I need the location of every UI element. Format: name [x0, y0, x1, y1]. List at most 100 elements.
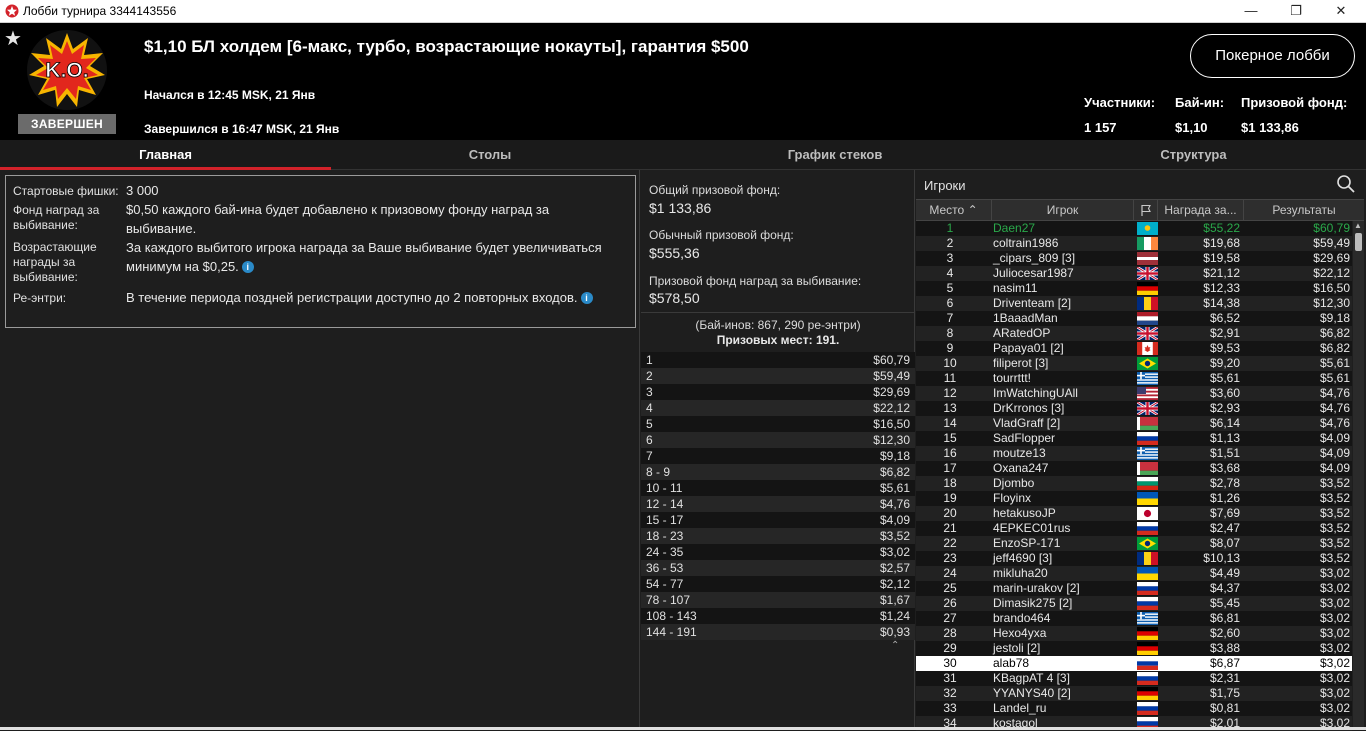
player-place: 11 — [943, 371, 957, 385]
country-flag-icon — [1137, 642, 1158, 655]
col-place-label: Место — [929, 203, 965, 217]
country-flag-icon — [1137, 327, 1158, 340]
player-row[interactable]: 19 Floyinx $1,26 $3,52 — [916, 491, 1352, 506]
player-row[interactable]: 6 Driventeam [2] $14,38 $12,30 — [916, 296, 1352, 311]
payout-amount: $3,02 — [879, 545, 910, 559]
player-place: 26 — [943, 596, 957, 610]
info-icon[interactable]: i — [241, 261, 254, 273]
player-row[interactable]: 28 Hexo4yxa $2,60 $3,02 — [916, 626, 1352, 641]
col-country[interactable] — [1134, 200, 1158, 220]
country-flag-icon — [1137, 312, 1158, 325]
player-row[interactable]: 30 alab78 $6,87 $3,02 — [916, 656, 1352, 671]
player-row[interactable]: 10 filiperot [3] $9,20 $5,61 — [916, 356, 1352, 371]
close-button[interactable]: ✕ — [1318, 0, 1364, 23]
player-row[interactable]: 21 4EPKEC01rus $2,47 $3,52 — [916, 521, 1352, 536]
country-flag-icon — [1137, 387, 1158, 400]
player-row[interactable]: 1 Daen27 $55,22 $60,79 — [916, 221, 1352, 236]
search-icon[interactable] — [1336, 174, 1356, 194]
country-flag-icon — [1137, 702, 1158, 715]
player-bounty: $1,51 — [1209, 446, 1240, 460]
window-title: Лобби турнира 3344143556 — [23, 4, 177, 18]
player-row[interactable]: 18 Djombo $2,78 $3,52 — [916, 476, 1352, 491]
player-place: 4 — [946, 266, 954, 280]
player-bounty: $3,68 — [1209, 461, 1240, 475]
player-row[interactable]: 5 nasim11 $12,33 $16,50 — [916, 281, 1352, 296]
payout-place: 36 - 53 — [646, 561, 684, 575]
col-bounty[interactable]: Награда за... — [1158, 200, 1244, 220]
players-scrollbar[interactable]: ▲ — [1353, 221, 1364, 730]
chevron-up-icon[interactable]: ⌃ — [891, 640, 899, 651]
player-row[interactable]: 32 YYANYS40 [2] $1,75 $3,02 — [916, 686, 1352, 701]
player-row[interactable]: 7 1BaaadMan $6,52 $9,18 — [916, 311, 1352, 326]
player-bounty: $8,07 — [1209, 536, 1240, 550]
player-row[interactable]: 17 Oxana247 $3,68 $4,09 — [916, 461, 1352, 476]
player-result: $4,09 — [1319, 431, 1350, 445]
player-row[interactable]: 13 DrKrronos [3] $2,93 $4,76 — [916, 401, 1352, 416]
player-name: Djombo — [993, 476, 1035, 490]
player-row[interactable]: 15 SadFlopper $1,13 $4,09 — [916, 431, 1352, 446]
country-flag-icon — [1137, 657, 1158, 670]
payout-place: 144 - 191 — [646, 625, 697, 639]
info-icon[interactable]: i — [580, 292, 593, 304]
player-row[interactable]: 3 _cipars_809 [3] $19,58 $29,69 — [916, 251, 1352, 266]
player-row[interactable]: 26 Dimasik275 [2] $5,45 $3,02 — [916, 596, 1352, 611]
starting-chips-label: Стартовые фишки: — [13, 184, 119, 198]
player-result: $4,76 — [1319, 416, 1350, 430]
player-row[interactable]: 23 jeff4690 [3] $10,13 $3,52 — [916, 551, 1352, 566]
player-result: $3,02 — [1319, 656, 1350, 670]
favorite-star-icon[interactable]: ★ — [4, 26, 22, 51]
player-result: $12,30 — [1313, 296, 1350, 310]
player-row[interactable]: 4 Juliocesar1987 $21,12 $22,12 — [916, 266, 1352, 281]
player-row[interactable]: 16 moutze13 $1,51 $4,09 — [916, 446, 1352, 461]
player-place: 33 — [943, 701, 957, 715]
player-row[interactable]: 22 EnzoSP-171 $8,07 $3,52 — [916, 536, 1352, 551]
player-row[interactable]: 11 tourrttt! $5,61 $5,61 — [916, 371, 1352, 386]
player-bounty: $6,81 — [1209, 611, 1240, 625]
player-result: $22,12 — [1313, 266, 1350, 280]
country-flag-icon — [1137, 567, 1158, 580]
scroll-thumb[interactable] — [1355, 233, 1362, 251]
player-row[interactable]: 24 mikluha20 $4,49 $3,02 — [916, 566, 1352, 581]
payout-amount: $16,50 — [873, 417, 910, 431]
player-row[interactable]: 20 hetakusoJP $7,69 $3,52 — [916, 506, 1352, 521]
player-bounty: $19,58 — [1203, 251, 1240, 265]
player-row[interactable]: 29 jestoli [2] $3,88 $3,02 — [916, 641, 1352, 656]
payout-place: 5 — [646, 417, 653, 431]
player-bounty: $6,87 — [1209, 656, 1240, 670]
player-name: Juliocesar1987 — [993, 266, 1074, 280]
player-bounty: $6,14 — [1209, 416, 1240, 430]
tab-stack-chart[interactable]: График стеков — [649, 140, 1021, 170]
country-flag-icon — [1137, 612, 1158, 625]
player-row[interactable]: 25 marin-urakov [2] $4,37 $3,02 — [916, 581, 1352, 596]
payout-row: 5 $16,50 — [641, 416, 915, 432]
player-row[interactable]: 8 ARatedOP $2,91 $6,82 — [916, 326, 1352, 341]
tab-tables[interactable]: Столы — [331, 140, 649, 170]
poker-lobby-button[interactable]: Покерное лобби — [1190, 34, 1355, 78]
col-player[interactable]: Игрок — [992, 200, 1134, 220]
player-row[interactable]: 33 Landel_ru $0,81 $3,02 — [916, 701, 1352, 716]
country-flag-icon — [1137, 492, 1158, 505]
tab-main[interactable]: Главная — [0, 140, 331, 170]
player-row[interactable]: 2 coltrain1986 $19,68 $59,49 — [916, 236, 1352, 251]
tab-structure[interactable]: Структура — [1021, 140, 1366, 170]
players-title: Игроки — [924, 178, 966, 193]
player-name: Daen27 — [993, 221, 1036, 235]
player-bounty: $2,91 — [1209, 326, 1240, 340]
col-place[interactable]: Место ⌃ — [916, 200, 992, 220]
player-row[interactable]: 14 VladGraff [2] $6,14 $4,76 — [916, 416, 1352, 431]
scroll-up-icon[interactable]: ▲ — [1354, 221, 1362, 230]
col-results[interactable]: Результаты — [1244, 200, 1364, 220]
player-bounty: $9,20 — [1209, 356, 1240, 370]
maximize-button[interactable]: ❐ — [1273, 0, 1319, 23]
player-row[interactable]: 9 Papaya01 [2] $9,53 $6,82 — [916, 341, 1352, 356]
payout-row: 3 $29,69 — [641, 384, 915, 400]
payout-amount: $3,52 — [879, 529, 910, 543]
player-place: 2 — [946, 236, 954, 250]
player-row[interactable]: 12 ImWatchingUAll $3,60 $4,76 — [916, 386, 1352, 401]
payout-amount: $1,67 — [879, 593, 910, 607]
minimize-button[interactable]: — — [1228, 0, 1274, 23]
player-row[interactable]: 27 brando464 $6,81 $3,02 — [916, 611, 1352, 626]
player-result: $29,69 — [1313, 251, 1350, 265]
player-row[interactable]: 31 KBagpAT 4 [3] $2,31 $3,02 — [916, 671, 1352, 686]
country-flag-icon — [1137, 687, 1158, 700]
